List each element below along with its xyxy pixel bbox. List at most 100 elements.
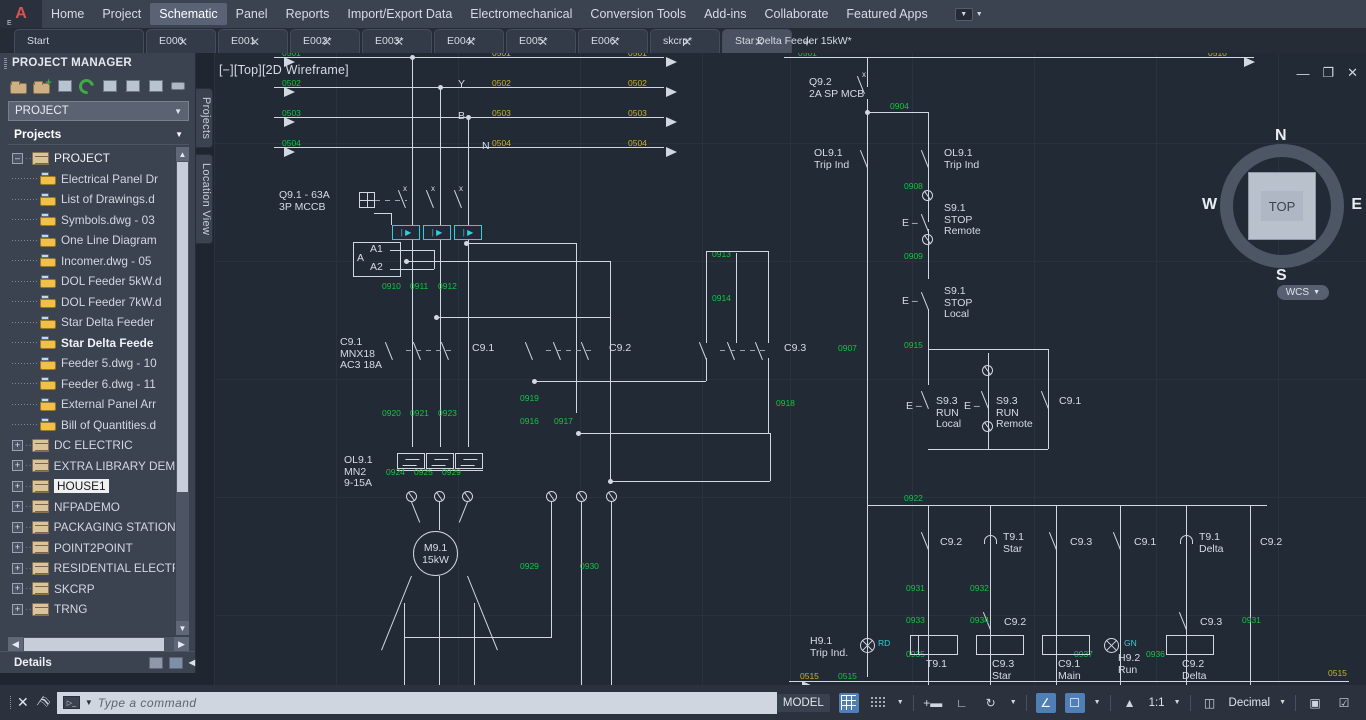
device-tag-c9-1-interlock[interactable]: C9.1	[1134, 537, 1156, 549]
details-collapse-icon[interactable]: ◀	[189, 658, 195, 667]
tree-item-drawing[interactable]: Star Delta Feeder	[8, 312, 175, 333]
copy-drawing-icon[interactable]	[147, 78, 165, 95]
motor-terminal[interactable]	[462, 491, 473, 502]
fuse-terminal[interactable]: | ▶	[454, 225, 482, 240]
projects-section-header[interactable]: Projects ▼	[8, 124, 189, 145]
expand-icon[interactable]: +	[12, 481, 23, 492]
coil-c9-3-star[interactable]	[976, 635, 1024, 655]
details-preview-icon[interactable]	[169, 657, 183, 669]
close-icon[interactable]: ✕	[17, 694, 29, 711]
wcs-selector[interactable]: WCS ▼	[1277, 285, 1329, 300]
device-tag-c9-3[interactable]: C9.3	[1070, 537, 1092, 549]
scroll-down-icon[interactable]: ▼	[176, 621, 189, 635]
tree-item-project-trng[interactable]: + ·· TRNG	[8, 599, 175, 620]
project-tree-horizontal-scrollbar[interactable]: ◀ ▶	[8, 636, 189, 651]
open-project-icon[interactable]	[10, 78, 28, 95]
object-snap-icon[interactable]: ∠	[1036, 693, 1056, 713]
collapse-icon[interactable]: –	[12, 153, 23, 164]
tree-item-project-point2point[interactable]: + ·· POINT2POINT	[8, 538, 175, 559]
tree-item-project-residential-electrical[interactable]: + ·· RESIDENTIAL ELECTRI	[8, 558, 175, 579]
device-label-h9-2-run[interactable]: H9.2 Run	[1118, 653, 1140, 676]
units-chevron-icon[interactable]: ▼	[1279, 699, 1286, 706]
units-value[interactable]: Decimal	[1229, 697, 1271, 709]
device-tag-c9-2-aux[interactable]: C9.2	[1004, 617, 1026, 629]
terminal[interactable]	[982, 421, 993, 432]
menu-item-electromechanical[interactable]: Electromechanical	[461, 3, 581, 25]
expand-icon[interactable]: +	[12, 522, 23, 533]
terminal[interactable]	[922, 190, 933, 201]
device-tag-c9-2-interlock[interactable]: C9.2	[940, 537, 962, 549]
minimize-icon[interactable]: —	[1296, 66, 1309, 81]
application-menu-button[interactable]: A E	[0, 0, 42, 28]
motor-terminal[interactable]	[606, 491, 617, 502]
annotation-scale-value[interactable]: 1:1	[1149, 697, 1165, 709]
units-icon[interactable]: ◫	[1200, 693, 1220, 713]
restore-icon[interactable]: ❐	[1322, 65, 1334, 81]
command-history-icon[interactable]: ▷_	[63, 696, 80, 709]
device-label-s9-1-stop-remote[interactable]: S9.1 STOP Remote	[944, 203, 981, 238]
print-icon[interactable]	[169, 78, 187, 95]
device-tag-c9-3-aux[interactable]: C9.3	[1200, 617, 1222, 629]
osnap-options-chevron-icon[interactable]: ▼	[1094, 699, 1101, 706]
scroll-right-icon[interactable]: ▶	[174, 637, 189, 652]
device-label-h9-1-trip[interactable]: H9.1 Trip Ind.	[810, 636, 848, 659]
menu-item-project[interactable]: Project	[93, 3, 150, 25]
tree-item-drawing[interactable]: List of Drawings.d	[8, 189, 175, 210]
chevron-down-icon[interactable]: ▼	[175, 130, 183, 139]
customization-icon[interactable]: ☑	[1334, 693, 1354, 713]
project-select-dropdown[interactable]: PROJECT ▼	[8, 101, 189, 121]
tree-item-project-packaging-station[interactable]: + ·· PACKAGING STATION	[8, 517, 175, 538]
device-tag-c9-1[interactable]: C9.1	[472, 343, 494, 355]
ortho-mode-icon[interactable]: ∟	[952, 693, 972, 713]
tree-item-project-nfpademo[interactable]: + ·· NFPADEMO	[8, 497, 175, 518]
tab-e002[interactable]: E002* ✕	[290, 29, 360, 53]
details-document-icon[interactable]	[149, 657, 163, 669]
expand-icon[interactable]: +	[12, 563, 23, 574]
tree-item-drawing[interactable]: Electrical Panel Dr	[8, 169, 175, 190]
timer-contact-symbol[interactable]	[1180, 535, 1193, 544]
refresh-icon[interactable]	[78, 78, 96, 95]
device-tag-c9-1-seal[interactable]: C9.1	[1059, 396, 1081, 408]
drawing-canvas[interactable]: [−][Top][2D Wireframe] — ❐ ✕ TOP N S E W…	[214, 53, 1366, 685]
compass-south-label[interactable]: S	[1276, 267, 1287, 285]
project-task-list-icon[interactable]	[56, 78, 74, 95]
model-space-toggle[interactable]: MODEL	[777, 694, 830, 712]
tab-skcrp[interactable]: skcrp* ✕	[650, 29, 720, 53]
menu-item-schematic[interactable]: Schematic	[150, 3, 226, 25]
sidetab-projects[interactable]: Projects	[196, 88, 213, 148]
motor-symbol-m9-1[interactable]: M9.1 15kW	[413, 531, 458, 576]
expand-icon[interactable]: +	[12, 440, 23, 451]
device-label-t9-1-delta[interactable]: T9.1 Delta	[1199, 532, 1224, 555]
annotation-visibility-icon[interactable]: ▲	[1120, 693, 1140, 713]
expand-icon[interactable]: +	[12, 604, 23, 615]
menu-item-reports[interactable]: Reports	[277, 3, 339, 25]
grid-display-icon[interactable]	[839, 693, 859, 713]
device-label-t9-1-star[interactable]: T9.1 Star	[1003, 532, 1024, 555]
compass-west-label[interactable]: W	[1202, 196, 1217, 214]
command-line-drag-grip-icon[interactable]	[10, 696, 11, 710]
tab-e005[interactable]: E005* ✕	[506, 29, 576, 53]
tab-e004[interactable]: E004* ✕	[434, 29, 504, 53]
tree-item-drawing[interactable]: DOL Feeder 7kW.d	[8, 292, 175, 313]
device-label-ol9-1-trip-a[interactable]: OL9.1 Trip Ind	[814, 148, 849, 171]
expand-icon[interactable]: +	[12, 583, 23, 594]
device-label-s9-3-run-remote[interactable]: S9.3 RUN Remote	[996, 396, 1033, 431]
chevron-down-icon[interactable]: ▼	[174, 107, 182, 116]
snap-options-chevron-icon[interactable]: ▼	[897, 699, 904, 706]
isolate-objects-icon[interactable]: ▣	[1305, 693, 1325, 713]
infer-constraints-icon[interactable]: +▬	[923, 693, 943, 713]
details-panel-header[interactable]: Details ◀	[0, 651, 195, 673]
device-label-ol9-1-trip-b[interactable]: OL9.1 Trip Ind	[944, 148, 979, 171]
tab-e003[interactable]: E003* ✕	[362, 29, 432, 53]
device-label-q9-1[interactable]: Q9.1 - 63A 3P MCCB	[279, 190, 330, 213]
device-label-ol9-1[interactable]: OL9.1 MN2 9-15A	[344, 455, 373, 490]
ribbon-minimize-control[interactable]: ▼ ▼	[955, 8, 983, 21]
tab-e006[interactable]: E006* ✕	[578, 29, 648, 53]
object-snap-tracking-icon[interactable]: ☐	[1065, 693, 1085, 713]
motor-terminal[interactable]	[576, 491, 587, 502]
polar-tracking-icon[interactable]: ↻	[981, 693, 1001, 713]
device-tag-c9-3[interactable]: C9.3	[784, 343, 806, 355]
publish-plot-icon[interactable]	[124, 78, 142, 95]
menu-item-featured-apps[interactable]: Featured Apps	[837, 3, 936, 25]
scale-chevron-icon[interactable]: ▼	[1174, 699, 1181, 706]
